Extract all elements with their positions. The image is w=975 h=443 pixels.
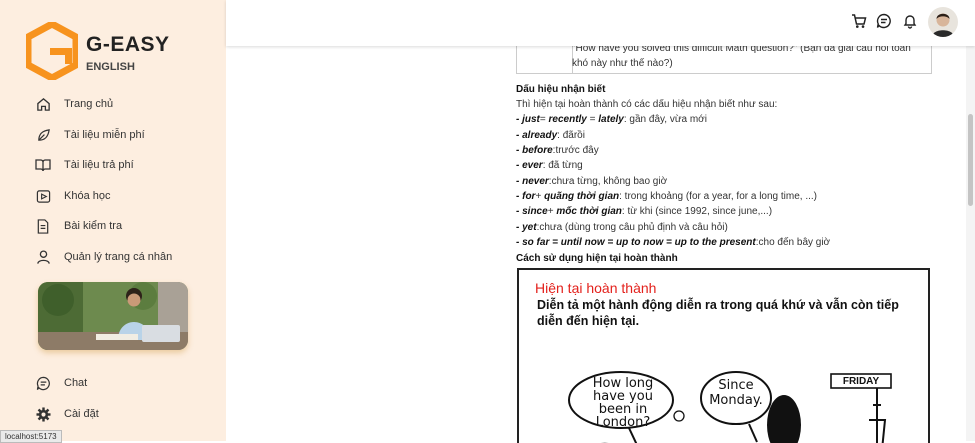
sign-item: - already: đãrồi: [516, 130, 585, 141]
sign-item: - yet:chưa (dùng trong câu phủ định và c…: [516, 222, 728, 233]
sidebar-item-free-docs[interactable]: Tài liệu miễn phí: [34, 124, 145, 146]
brand-name: G-EASY: [86, 33, 170, 56]
illustration-description: Diễn tả một hành động diễn ra trong quá …: [537, 298, 899, 328]
logo-icon[interactable]: [26, 22, 78, 80]
sidebar-item-label: Tài liệu trả phí: [64, 159, 134, 171]
scrollbar[interactable]: [966, 46, 975, 441]
leaf-icon: [34, 126, 52, 144]
sidebar-item-chat[interactable]: Chat: [34, 372, 87, 394]
sidebar-item-label: Tài liệu miễn phí: [64, 129, 145, 141]
signs-intro: Thì hiện tại hoàn thành có các dấu hiệu …: [516, 99, 778, 110]
home-icon: [34, 95, 52, 113]
sidebar-item-paid-docs[interactable]: Tài liệu trả phí: [34, 154, 134, 176]
sign-item: - just= recently = lately: gần đây, vừa …: [516, 114, 707, 125]
sidebar-item-label: Chat: [64, 377, 88, 389]
gear-icon: [34, 405, 52, 423]
illustration-image: Hiện tại hoàn thành Diễn tả một hành độn…: [517, 268, 930, 443]
speech-bubble-question: How long have you been in London?: [592, 376, 654, 430]
sidebar-item-courses[interactable]: Khóa học: [34, 185, 110, 207]
sign-item: - never:chưa từng, không bao giờ: [516, 176, 668, 187]
book-open-icon: [34, 156, 52, 174]
sign-item: - ever: đã từng: [516, 160, 583, 171]
user-icon: [34, 248, 52, 266]
illustration-title: Hiện tại hoàn thành: [535, 280, 657, 296]
video-icon: [34, 187, 52, 205]
sidebar-item-settings[interactable]: Cài đặt: [34, 403, 99, 425]
usage-heading: Cách sử dụng hiện tại hoàn thành: [516, 253, 678, 264]
sidebar-item-home[interactable]: Trang chủ: [34, 93, 113, 115]
sidebar-item-label: Quản lý trang cá nhân: [64, 251, 173, 263]
sidebar: G-EASY ENGLISH Trang chủ Tài liệu miễn p…: [0, 0, 226, 441]
promo-image: [38, 282, 188, 350]
top-bar: [226, 0, 975, 46]
calendar-sign: FRIDAY: [842, 376, 880, 387]
sidebar-item-tests[interactable]: Bài kiểm tra: [34, 215, 122, 237]
signs-heading: Dấu hiệu nhận biết: [516, 84, 606, 95]
bell-icon[interactable]: [901, 12, 919, 30]
sign-item: - so far = until now = up to now = up to…: [516, 237, 831, 248]
sidebar-item-label: Khóa học: [64, 190, 111, 202]
cart-icon[interactable]: [850, 12, 868, 30]
sidebar-item-label: Bài kiểm tra: [64, 220, 123, 232]
scrollbar-thumb[interactable]: [968, 114, 973, 206]
sign-item: - since+ mốc thời gian: từ khi (since 19…: [516, 206, 773, 217]
message-icon[interactable]: [875, 12, 893, 30]
sidebar-item-label: Trang chủ: [64, 98, 114, 110]
chat-icon: [34, 374, 52, 392]
brand-subtitle: ENGLISH: [86, 61, 135, 73]
sign-item: - for+ quãng thời gian: trong khoảng (fo…: [516, 191, 818, 202]
sidebar-item-profile[interactable]: Quản lý trang cá nhân: [34, 246, 172, 268]
sign-item: - before:trước đây: [516, 145, 599, 156]
status-bar-url: localhost:5173: [0, 430, 62, 443]
avatar[interactable]: [928, 7, 958, 37]
sidebar-item-label: Cài đặt: [64, 408, 99, 420]
speech-bubble-answer: Since Monday.: [709, 378, 763, 408]
document-icon: [34, 217, 52, 235]
